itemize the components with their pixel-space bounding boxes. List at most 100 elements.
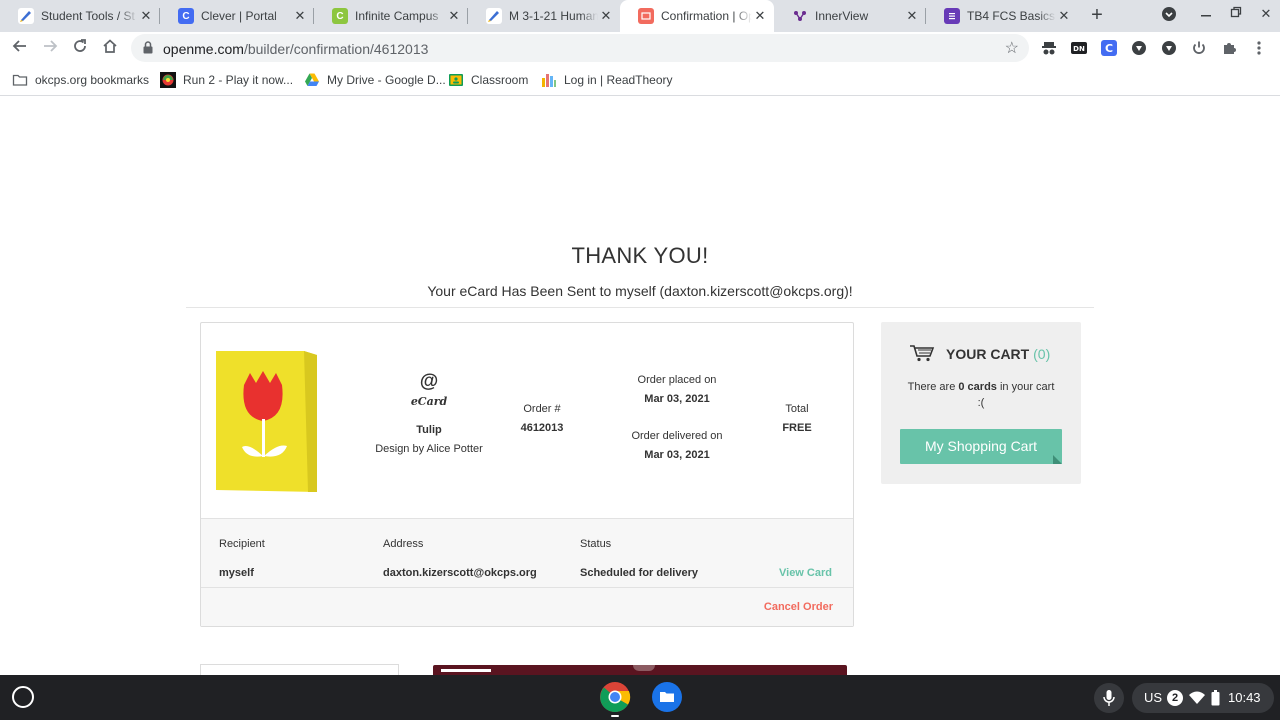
delivery-details: Recipient Address Status myself daxton.k… [201,518,853,588]
cart-title-text: YOUR CART [946,346,1030,362]
extensions-puzzle-icon[interactable] [1220,39,1238,57]
bookmark-my-drive[interactable]: My Drive - Google D... [304,72,446,88]
student-tools-favicon-icon [18,8,34,24]
bookmark-classroom[interactable]: Classroom [448,72,528,88]
extension-filter-icon[interactable] [1160,39,1178,57]
tab-student-tools[interactable]: Student Tools / St ✕ [0,0,160,32]
back-arrow-icon[interactable] [10,38,30,58]
extension-clever-icon[interactable]: C [1100,39,1118,57]
launcher-icon[interactable] [12,686,34,708]
ecard-at-icon: @ [419,371,439,392]
cart-panel: YOUR CART (0) There are 0 cards in your … [881,322,1081,484]
divider [186,307,1094,308]
url-host: openme.com [163,41,244,57]
microphone-icon [1103,690,1115,706]
tab-confirmation[interactable]: Confirmation | Op ✕ [620,0,774,32]
innerview-favicon-icon [792,8,808,24]
run2-game-icon [160,72,176,88]
tulip-card-image[interactable] [216,351,317,492]
order-dates-block: Order placed on Mar 03, 2021 Order deliv… [602,374,752,461]
sent-confirmation-message: Your eCard Has Been Sent to myself (daxt… [427,283,853,299]
status-label: Status [580,538,612,550]
close-tab-icon[interactable]: ✕ [752,8,768,24]
minimize-icon[interactable] [1196,6,1216,26]
close-tab-icon[interactable]: ✕ [904,8,920,24]
bookmark-okcps[interactable]: okcps.org bookmarks [12,72,149,88]
tab-search-icon[interactable] [1159,6,1179,26]
tab-title: M 3-1-21 Humanit [509,9,598,23]
microphone-button[interactable] [1094,683,1124,713]
tab-tb4-fcs[interactable]: TB4 FCS Basics Tl ✕ [926,0,1078,32]
tab-clever[interactable]: C Clever | Portal ✕ [160,0,314,32]
cart-title: YOUR CART (0) [946,346,1050,362]
forward-arrow-icon[interactable] [40,38,60,58]
home-icon[interactable] [100,38,120,58]
openme-favicon-icon [638,8,654,24]
tab-title: TB4 FCS Basics Tl [967,9,1056,23]
order-summary-box: @ eCard Tulip Design by Alice Potter Ord… [200,322,854,627]
my-shopping-cart-button[interactable]: My Shopping Cart [900,429,1062,464]
close-tab-icon[interactable]: ✕ [598,8,614,24]
browser-menu-icon[interactable] [1250,39,1268,57]
view-card-link[interactable]: View Card [779,567,832,579]
card-name: Tulip [416,424,442,436]
address-value: daxton.kizerscott@okcps.org [383,567,537,579]
bookmark-label: okcps.org bookmarks [35,73,150,87]
close-tab-icon[interactable]: ✕ [292,8,308,24]
new-tab-button[interactable]: + [1086,5,1108,27]
tab-strip: Student Tools / St ✕ C Clever | Portal ✕… [0,0,1280,32]
close-tab-icon[interactable]: ✕ [446,8,462,24]
files-app-icon[interactable] [651,681,683,713]
battery-icon [1211,690,1220,706]
lower-banner [433,665,847,675]
cancel-order-link[interactable]: Cancel Order [764,601,833,613]
url-text[interactable]: openme.com/builder/confirmation/4612013 [163,41,428,57]
clock: 10:43 [1228,690,1261,705]
wifi-icon [1189,691,1205,704]
bookmark-readtheory[interactable]: Log in | ReadTheory [541,72,673,88]
cart-text-suffix: in your cart [996,381,1055,393]
ecard-info: @ eCard Tulip Design by Alice Potter [361,371,497,455]
order-total-label: Total [785,403,809,415]
order-actions: Cancel Order [201,588,853,626]
close-window-icon[interactable]: ✕ [1256,6,1276,26]
tab-title: Clever | Portal [201,9,277,23]
tab-title: Student Tools / St [41,9,135,23]
order-total-value: FREE [782,422,812,434]
close-tab-icon[interactable]: ✕ [1056,8,1072,24]
tab-humanities[interactable]: M 3-1-21 Humanit ✕ [468,0,620,32]
extension-power-icon[interactable] [1190,39,1208,57]
order-number-label: Order # [523,403,561,415]
order-number-value: 4612013 [520,422,564,434]
extension-shield-icon[interactable] [1130,39,1148,57]
recipient-label: Recipient [219,538,265,550]
order-delivered-label: Order delivered on [631,430,723,442]
cart-text-prefix: There are [907,381,959,393]
restore-icon[interactable] [1226,6,1246,26]
page-content: THANK YOU! Your eCard Has Been Sent to m… [0,97,1280,675]
extension-spy-icon[interactable] [1040,39,1058,57]
forms-favicon-icon [944,8,960,24]
tab-infinite-campus[interactable]: C Infinite Campus ✕ [314,0,468,32]
tab-title: Infinite Campus [355,9,439,23]
bookmark-label: Classroom [471,73,529,87]
address-bar[interactable]: openme.com/builder/confirmation/4612013 … [131,34,1029,62]
bookmark-star-icon[interactable]: ☆ [1005,38,1019,58]
tab-title: Confirmation | Op [661,9,752,23]
card-designer: Design by Alice Potter [375,443,483,455]
status-tray[interactable]: US 2 10:43 [1132,683,1274,713]
reload-icon[interactable] [70,38,90,58]
svg-text:DN: DN [1073,45,1085,53]
close-tab-icon[interactable]: ✕ [138,8,154,24]
cart-card-count: 0 cards [958,381,997,393]
bookmark-run2[interactable]: Run 2 - Play it now... [160,72,293,88]
chrome-app-icon[interactable] [599,681,631,713]
google-classroom-icon [449,74,463,86]
clever-favicon-icon: C [178,8,194,24]
bookmark-label: Log in | ReadTheory [564,73,673,87]
cart-count: (0) [1033,346,1051,362]
tab-innerview[interactable]: InnerView ✕ [774,0,926,32]
extension-dn-icon[interactable]: DN [1070,39,1088,57]
infinite-campus-favicon-icon: C [332,8,348,24]
keyboard-layout: US [1144,690,1163,705]
